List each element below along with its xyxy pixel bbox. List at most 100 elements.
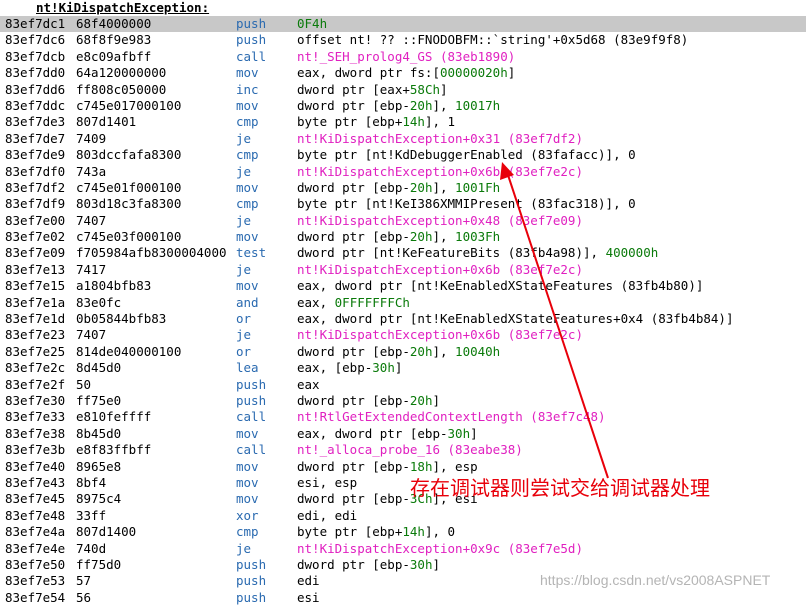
opcode-bytes: 743a: [76, 163, 107, 179]
symbol-link[interactable]: nt!KiDispatchException+0x6b (83ef7e2c): [297, 164, 583, 179]
numeric-literal: 18h: [409, 458, 433, 474]
disasm-row[interactable]: 83ef7e1a 83e0fc and eax, 0FFFFFFFCh: [0, 295, 806, 311]
instruction-mnemonic: je: [236, 540, 252, 556]
disasm-row[interactable]: 83ef7e09 f705984afb8300004000 test dword pt…: [0, 245, 806, 261]
instruction-address: 83ef7e13: [5, 261, 66, 277]
operand-text: ], 1: [424, 114, 456, 130]
disasm-row[interactable]: 83ef7de9 803dccfafa8300 cmp byte ptr [nt!Kd…: [0, 147, 806, 163]
instruction-operand: eax, dword ptr [nt!KeEnabledXStateFeatur…: [297, 311, 734, 327]
disasm-row[interactable]: 83ef7df9 803d18c3fa8300 cmp byte ptr [nt!Ke…: [0, 196, 806, 212]
instruction-operand: edi, edi: [297, 508, 357, 524]
instruction-address: 83ef7e38: [5, 425, 66, 441]
disasm-row[interactable]: 83ef7dd0 64a120000000 mov eax, dword ptr fs…: [0, 65, 806, 81]
operand-text: ], 0: [424, 524, 456, 540]
disasm-row[interactable]: 83ef7e50 ff75d0 push dword ptr [ebp-30h]: [0, 557, 806, 573]
operand-text: ]: [440, 81, 448, 97]
disasm-row[interactable]: 83ef7e48 33ff xor edi, edi: [0, 508, 806, 524]
watermark: https://blog.csdn.net/vs2008ASPNET: [540, 572, 771, 588]
opcode-bytes: e810feffff: [76, 409, 152, 425]
symbol-link[interactable]: nt!KiDispatchException+0x6b (83ef7e2c): [297, 327, 583, 342]
numeric-literal: 400000h: [605, 245, 659, 261]
disasm-row[interactable]: 83ef7df0 743a je nt!KiDispatchException+0x6…: [0, 164, 806, 180]
operand-text: esi, esp: [297, 474, 358, 490]
symbol-link[interactable]: nt!KiDispatchException+0x31 (83ef7df2): [297, 131, 583, 146]
instruction-mnemonic: cmp: [236, 114, 259, 130]
operand-text: eax: [297, 376, 320, 392]
instruction-mnemonic: je: [236, 163, 252, 179]
instruction-address: 83ef7e30: [5, 392, 66, 408]
symbol-link[interactable]: nt!_alloca_probe_16 (83eabe38): [297, 442, 523, 457]
instruction-operand: dword ptr [ebp-20h], 10040h: [297, 344, 500, 360]
numeric-literal: 20h: [409, 392, 433, 408]
disasm-row[interactable]: 83ef7e30 ff75e0 push dword ptr [ebp-20h]: [0, 393, 806, 409]
disasm-row[interactable]: 83ef7dcb e8c09afbff call nt!_SEH_prolog4_GS…: [0, 49, 806, 65]
disasm-row[interactable]: 83ef7df2 c745e01f000100 mov dword ptr [ebp-…: [0, 180, 806, 196]
instruction-mnemonic: lea: [236, 360, 259, 376]
operand-text: dword ptr [ebp-: [297, 97, 410, 113]
disasm-row[interactable]: 83ef7e00 7407 je nt!KiDispatchException+0x4…: [0, 213, 806, 229]
disasm-row[interactable]: 83ef7e4a 807d1400 cmp byte ptr [ebp+14h], 0: [0, 524, 806, 540]
instruction-mnemonic: mov: [236, 65, 259, 81]
symbol-link[interactable]: nt!KiDispatchException+0x9c (83ef7e5d): [297, 541, 583, 556]
instruction-mnemonic: push: [236, 376, 267, 392]
numeric-literal: 20h: [409, 97, 433, 113]
instruction-mnemonic: or: [236, 343, 252, 359]
symbol-link[interactable]: nt!_SEH_prolog4_GS (83eb1890): [297, 49, 515, 64]
instruction-mnemonic: push: [236, 573, 267, 589]
symbol-link[interactable]: nt!KiDispatchException+0x48 (83ef7e09): [297, 213, 583, 228]
instruction-mnemonic: mov: [236, 425, 259, 441]
numeric-literal: 20h: [409, 179, 433, 195]
operand-text: eax, dword ptr fs:[: [297, 65, 440, 81]
opcode-bytes: 68f4000000: [76, 16, 152, 31]
instruction-address: 83ef7e50: [5, 556, 66, 572]
opcode-bytes: 0b05844bfb83: [76, 311, 167, 327]
disasm-row[interactable]: 83ef7e38 8b45d0 mov eax, dword ptr [ebp-30h…: [0, 426, 806, 442]
instruction-mnemonic: je: [236, 130, 252, 146]
opcode-bytes: 7407: [76, 327, 107, 343]
disasm-row[interactable]: 83ef7ddc c745e017000100 mov dword ptr [ebp-…: [0, 98, 806, 114]
opcode-bytes: 7407: [76, 212, 107, 228]
disasm-row[interactable]: 83ef7e54 56 push esi: [0, 590, 806, 606]
instruction-operand: byte ptr [nt!KdDebuggerEnabled (83fafacc…: [297, 147, 636, 163]
disasm-row[interactable]: 83ef7e3b e8f83ffbff call nt!_alloca_probe_1…: [0, 442, 806, 458]
instruction-address: 83ef7e09: [5, 245, 66, 261]
instruction-mnemonic: mov: [236, 474, 259, 490]
disasm-row[interactable]: 83ef7de7 7409 je nt!KiDispatchException+0x3…: [0, 131, 806, 147]
opcode-bytes: 8975c4: [76, 491, 122, 507]
disasm-row[interactable]: 83ef7e02 c745e03f000100 mov dword ptr [ebp-…: [0, 229, 806, 245]
instruction-operand: dword ptr [ebp-18h], esp: [297, 459, 478, 475]
disasm-row[interactable]: 83ef7e1d 0b05844bfb83 or eax, dword ptr [nt…: [0, 311, 806, 327]
opcode-bytes: 68f8f9e983: [76, 32, 152, 48]
opcode-bytes: 64a120000000: [76, 65, 167, 81]
operand-text: dword ptr [ebp-: [297, 556, 410, 572]
symbol-link[interactable]: nt!KiDispatchException+0x6b (83ef7e2c): [297, 262, 583, 277]
disasm-row[interactable]: 83ef7e4e 740d je nt!KiDispatchException+0x9…: [0, 541, 806, 557]
disasm-row[interactable]: 83ef7dc6 68f8f9e983 push offset nt! ?? ::FN…: [0, 32, 806, 48]
disasm-row[interactable]: 83ef7e40 8965e8 mov dword ptr [ebp-18h], es…: [0, 459, 806, 475]
operand-text: edi: [297, 573, 320, 589]
disasm-row[interactable]: 83ef7e33 e810feffff call nt!RtlGetExtendedC…: [0, 409, 806, 425]
disasm-row[interactable]: 83ef7dc1 68f4000000 push 0F4h: [0, 16, 806, 33]
disasm-row[interactable]: 83ef7de3 807d1401 cmp byte ptr [ebp+14h], 1: [0, 114, 806, 130]
disasm-row[interactable]: 83ef7e25 814de040000100 or dword ptr [ebp-2…: [0, 344, 806, 360]
operand-text: ]: [394, 360, 403, 376]
symbol-link[interactable]: nt!RtlGetExtendedContextLength (83ef7c48…: [297, 409, 606, 424]
instruction-mnemonic: push: [236, 32, 267, 48]
numeric-literal: 0FFFFFFFCh: [334, 294, 410, 310]
disasm-row[interactable]: 83ef7dd6 ff808c050000 inc dword ptr [eax+58…: [0, 82, 806, 98]
disassembly-listing[interactable]: 83ef7dc1 68f4000000 push 0F4h 83ef7dc6 68f8f9…: [0, 16, 806, 606]
disasm-row[interactable]: 83ef7e2f 50 push eax: [0, 377, 806, 393]
operand-text: eax, [ebp-: [297, 360, 373, 376]
instruction-operand: byte ptr [ebp+14h], 0: [297, 524, 455, 540]
instruction-mnemonic: test: [236, 245, 267, 261]
disasm-row[interactable]: 83ef7e23 7407 je nt!KiDispatchException+0x6…: [0, 327, 806, 343]
instruction-address: 83ef7e4e: [5, 540, 66, 556]
disasm-row[interactable]: 83ef7e15 a1804bfb83 mov eax, dword ptr [nt!…: [0, 278, 806, 294]
operand-text: esi: [297, 589, 320, 605]
opcode-bytes: a1804bfb83: [76, 278, 152, 294]
disasm-row[interactable]: 83ef7e2c 8d45d0 lea eax, [ebp-30h]: [0, 360, 806, 376]
instruction-address: 83ef7de3: [5, 114, 66, 130]
disasm-row[interactable]: 83ef7e13 7417 je nt!KiDispatchException+0x6…: [0, 262, 806, 278]
instruction-address: 83ef7e40: [5, 458, 66, 474]
opcode-bytes: e8c09afbff: [76, 48, 152, 64]
